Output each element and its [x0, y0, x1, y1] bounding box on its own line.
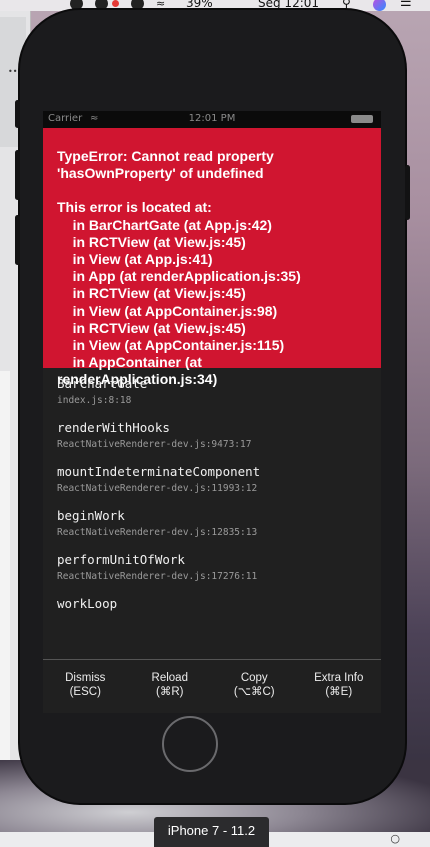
location-header: This error is located at:	[57, 199, 212, 216]
frame-file: ReactNativeRenderer-dev.js:11993:12	[57, 483, 258, 494]
home-button[interactable]	[162, 716, 218, 772]
power-button[interactable]	[405, 165, 410, 220]
location-line: in App (at renderApplication.js:35)	[57, 268, 301, 285]
frame-function: renderWithHooks	[57, 420, 170, 435]
skype-icon[interactable]	[70, 0, 83, 10]
battery-percent[interactable]: 39%	[186, 0, 213, 10]
dismiss-label: Dismiss (ESC)	[65, 672, 106, 698]
location-line: in View (at AppContainer.js:115)	[57, 337, 285, 354]
error-message: TypeError: Cannot read property 'hasOwnP…	[57, 148, 274, 182]
menu-extras: ≈	[70, 0, 165, 10]
frame-function: performUnitOfWork	[57, 552, 185, 567]
frame-function: beginWork	[57, 508, 125, 523]
stack-frame[interactable]: workLoop	[57, 596, 367, 612]
stack-frame[interactable]: mountIndeterminateComponent ReactNativeR…	[57, 464, 367, 495]
volume-up-button[interactable]	[15, 150, 20, 200]
taskbar-strip	[0, 832, 154, 847]
frame-file: ReactNativeRenderer-dev.js:9473:17	[57, 439, 252, 450]
redbox-error-panel: TypeError: Cannot read property 'hasOwnP…	[43, 128, 381, 387]
stack-trace-list[interactable]: BarChartGate index.js:8:18 renderWithHoo…	[43, 368, 381, 612]
stack-frame[interactable]: performUnitOfWork ReactNativeRenderer-de…	[57, 552, 367, 583]
dismiss-button[interactable]: Dismiss (ESC)	[43, 660, 128, 713]
location-line: in RCTView (at View.js:45)	[57, 285, 246, 302]
device-label: iPhone 7 - 11.2	[154, 817, 269, 847]
frame-function: mountIndeterminateComponent	[57, 464, 261, 479]
simulator-screen: Carrier ≈ 12:01 PM TypeError: Cannot rea…	[43, 111, 381, 713]
window-control-icon[interactable]: ○	[390, 832, 400, 845]
ellipsis-icon[interactable]: ••	[8, 67, 17, 76]
taskbar-strip: ○	[269, 832, 430, 847]
reload-label: Reload (⌘R)	[151, 672, 188, 698]
menu-clock[interactable]: Seg 12:01	[258, 0, 319, 10]
stack-frame[interactable]: renderWithHooks ReactNativeRenderer-dev.…	[57, 420, 367, 451]
siri-icon[interactable]	[373, 0, 386, 11]
notification-dot-icon	[112, 0, 119, 7]
location-line: in View (at App.js:41)	[57, 251, 213, 268]
stack-frame[interactable]: beginWork ReactNativeRenderer-dev.js:128…	[57, 508, 367, 539]
volume-down-button[interactable]	[15, 215, 20, 265]
error-location: This error is located at: in BarChartGat…	[57, 199, 367, 388]
upload-icon[interactable]	[131, 0, 144, 10]
search-icon[interactable]: ⚲	[342, 0, 351, 10]
status-time: 12:01 PM	[188, 113, 236, 124]
extra-info-label: Extra Info (⌘E)	[314, 672, 364, 698]
copy-label: Copy (⌥⌘C)	[233, 672, 275, 698]
wifi-icon[interactable]: ≈	[156, 0, 165, 10]
location-line: in BarChartGate (at App.js:42)	[57, 216, 272, 233]
redbox-toolbar: Dismiss (ESC) Reload (⌘R) Copy (⌥⌘C) Ext…	[43, 659, 381, 713]
location-line: in RCTView (at View.js:45)	[57, 319, 246, 336]
extra-info-button[interactable]: Extra Info (⌘E)	[297, 660, 382, 713]
location-line: in RCTView (at View.js:45)	[57, 233, 246, 250]
frame-file: index.js:8:18	[57, 395, 132, 406]
silent-switch	[15, 100, 20, 128]
frame-file: ReactNativeRenderer-dev.js:12835:13	[57, 527, 258, 538]
battery-icon	[351, 115, 373, 123]
location-line: in View (at AppContainer.js:98)	[57, 302, 278, 319]
list-icon[interactable]: ☰	[400, 0, 412, 10]
ios-status-bar: Carrier ≈ 12:01 PM	[43, 111, 381, 128]
frame-function: workLoop	[57, 596, 118, 611]
creative-cloud-icon[interactable]	[95, 0, 108, 10]
reload-button[interactable]: Reload (⌘R)	[128, 660, 213, 713]
frame-file: ReactNativeRenderer-dev.js:17276:11	[57, 571, 258, 582]
copy-button[interactable]: Copy (⌥⌘C)	[212, 660, 297, 713]
